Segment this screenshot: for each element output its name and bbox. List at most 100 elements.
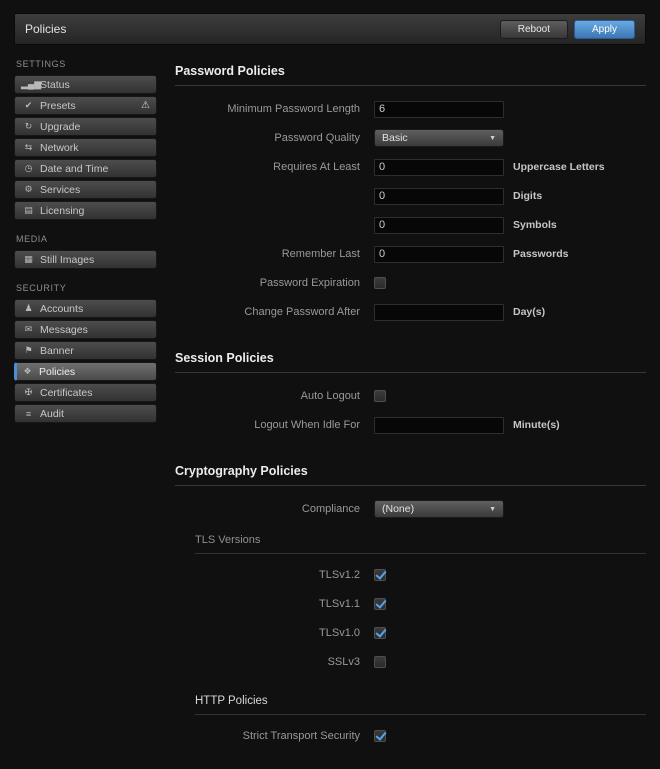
sidebar-item-label: Date and Time xyxy=(40,163,108,175)
tlsv11-label: TLSv1.1 xyxy=(175,598,374,610)
row-requires-digits: Digits xyxy=(175,187,646,205)
certificate-icon: ✠ xyxy=(21,387,36,398)
change-password-after-input[interactable] xyxy=(374,304,504,321)
license-icon: ▤ xyxy=(21,205,36,216)
row-password-quality: Password Quality Basic ▼ xyxy=(175,129,646,147)
sidebar-item-certificates[interactable]: ✠ Certificates xyxy=(14,383,157,402)
remember-last-input[interactable] xyxy=(374,246,504,263)
minutes-suffix: Minute(s) xyxy=(513,419,560,431)
apply-button[interactable]: Apply xyxy=(574,20,635,39)
sidebar-item-label: Licensing xyxy=(40,205,84,217)
tlsv10-checkbox[interactable] xyxy=(374,627,386,639)
clock-icon: ◷ xyxy=(21,163,36,174)
sidebar-item-date-and-time[interactable]: ◷ Date and Time xyxy=(14,159,157,178)
digits-input[interactable] xyxy=(374,188,504,205)
body-wrap: SETTINGS ▂▄▆ Status ✔ Presets ⚠ ↻ Upgrad… xyxy=(14,57,646,756)
row-compliance: Compliance (None) ▼ xyxy=(175,500,646,518)
sidebar-item-messages[interactable]: ✉ Messages xyxy=(14,320,157,339)
sidebar-section-security: SECURITY xyxy=(16,283,157,293)
password-expiration-checkbox[interactable] xyxy=(374,277,386,289)
image-icon: ▦ xyxy=(21,254,36,265)
tlsv12-label: TLSv1.2 xyxy=(175,569,374,581)
symbols-input[interactable] xyxy=(374,217,504,234)
sidebar-item-label: Accounts xyxy=(40,303,83,315)
row-requires-symbols: Symbols xyxy=(175,216,646,234)
sidebar-item-label: Status xyxy=(40,79,70,91)
row-minimum-password-length: Minimum Password Length xyxy=(175,100,646,118)
warning-icon: ⚠ xyxy=(141,100,150,111)
auto-logout-label: Auto Logout xyxy=(175,390,374,402)
digits-suffix: Digits xyxy=(513,190,542,202)
sidebar-item-services[interactable]: ⚙ Services xyxy=(14,180,157,199)
sidebar-item-label: Still Images xyxy=(40,254,94,266)
sslv3-checkbox[interactable] xyxy=(374,656,386,668)
sidebar-item-banner[interactable]: ⚑ Banner xyxy=(14,341,157,360)
sidebar-item-status[interactable]: ▂▄▆ Status xyxy=(14,75,157,94)
sidebar-item-label: Audit xyxy=(40,408,64,420)
sidebar-item-still-images[interactable]: ▦ Still Images xyxy=(14,250,157,269)
sidebar-item-policies[interactable]: ❖ Policies xyxy=(14,362,157,381)
minimum-password-length-input[interactable] xyxy=(374,101,504,118)
flag-icon: ⚑ xyxy=(21,345,36,356)
main-content: Password Policies Minimum Password Lengt… xyxy=(175,57,646,756)
refresh-icon: ↻ xyxy=(21,121,36,132)
audit-list-icon: ≡ xyxy=(21,409,36,419)
sidebar-item-presets[interactable]: ✔ Presets ⚠ xyxy=(14,96,157,115)
row-sslv3: SSLv3 xyxy=(175,653,646,671)
minimum-password-length-label: Minimum Password Length xyxy=(175,103,374,115)
symbols-suffix: Symbols xyxy=(513,219,557,231)
uppercase-letters-input[interactable] xyxy=(374,159,504,176)
remember-last-label: Remember Last xyxy=(175,248,374,260)
row-tlsv11: TLSv1.1 xyxy=(175,595,646,613)
change-password-after-label: Change Password After xyxy=(175,306,374,318)
sidebar-item-network[interactable]: ⇆ Network xyxy=(14,138,157,157)
compliance-dropdown[interactable]: (None) ▼ xyxy=(374,500,504,518)
section-title-password-policies: Password Policies xyxy=(175,58,646,86)
header-bar: Policies Reboot Apply xyxy=(14,13,646,45)
row-tlsv10: TLSv1.0 xyxy=(175,624,646,642)
strict-transport-security-checkbox[interactable] xyxy=(374,730,386,742)
sidebar-section-media: MEDIA xyxy=(16,234,157,244)
section-title-session-policies: Session Policies xyxy=(175,345,646,373)
password-expiration-label: Password Expiration xyxy=(175,277,374,289)
sidebar-item-label: Policies xyxy=(39,366,75,378)
sidebar-item-label: Banner xyxy=(40,345,74,357)
passwords-suffix: Passwords xyxy=(513,248,568,260)
sidebar-item-audit[interactable]: ≡ Audit xyxy=(14,404,157,423)
chevron-down-icon: ▼ xyxy=(489,135,496,142)
sidebar-item-accounts[interactable]: ♟ Accounts xyxy=(14,299,157,318)
sidebar-item-label: Upgrade xyxy=(40,121,80,133)
row-requires-uppercase: Requires At Least Uppercase Letters xyxy=(175,158,646,176)
logout-when-idle-input[interactable] xyxy=(374,417,504,434)
row-remember-last: Remember Last Passwords xyxy=(175,245,646,263)
row-change-password-after: Change Password After Day(s) xyxy=(175,303,646,321)
password-quality-dropdown[interactable]: Basic ▼ xyxy=(374,129,504,147)
auto-logout-checkbox[interactable] xyxy=(374,390,386,402)
user-icon: ♟ xyxy=(21,303,36,314)
sidebar-item-licensing[interactable]: ▤ Licensing xyxy=(14,201,157,220)
compliance-label: Compliance xyxy=(175,503,374,515)
page-title: Policies xyxy=(25,22,66,36)
page: Policies Reboot Apply SETTINGS ▂▄▆ Statu… xyxy=(0,0,660,769)
logout-when-idle-label: Logout When Idle For xyxy=(175,419,374,431)
check-icon: ✔ xyxy=(21,100,36,111)
uppercase-letters-suffix: Uppercase Letters xyxy=(513,161,605,173)
sidebar-item-label: Network xyxy=(40,142,79,154)
strict-transport-security-label: Strict Transport Security xyxy=(175,730,374,742)
reboot-button[interactable]: Reboot xyxy=(500,20,568,39)
gear-icon: ⚙ xyxy=(21,184,36,195)
subsection-title-tls-versions: TLS Versions xyxy=(195,534,646,554)
sidebar-item-label: Certificates xyxy=(40,387,93,399)
dropdown-selected-value: (None) xyxy=(382,503,414,515)
row-logout-when-idle: Logout When Idle For Minute(s) xyxy=(175,416,646,434)
days-suffix: Day(s) xyxy=(513,306,545,318)
subsection-title-http-policies: HTTP Policies xyxy=(195,695,646,715)
password-quality-label: Password Quality xyxy=(175,132,374,144)
sidebar-section-settings: SETTINGS xyxy=(16,59,157,69)
tlsv12-checkbox[interactable] xyxy=(374,569,386,581)
tlsv11-checkbox[interactable] xyxy=(374,598,386,610)
sidebar-item-label: Messages xyxy=(40,324,88,336)
policy-icon: ❖ xyxy=(20,366,35,377)
sidebar-item-upgrade[interactable]: ↻ Upgrade xyxy=(14,117,157,136)
sidebar-item-label: Presets xyxy=(40,100,76,112)
